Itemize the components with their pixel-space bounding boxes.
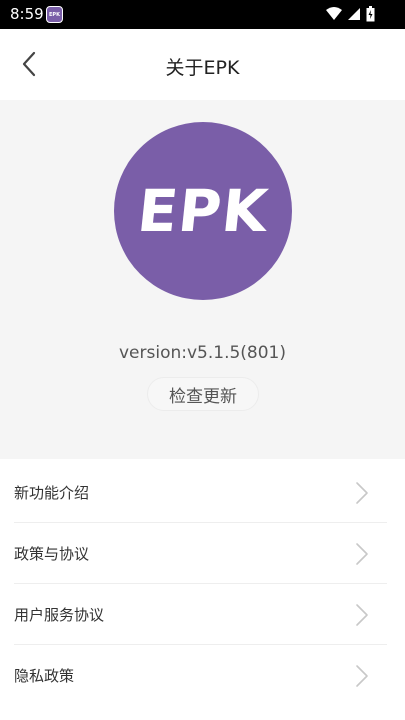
signal-icon (348, 8, 360, 20)
menu-item-privacy-policy[interactable]: 隐私政策 (0, 645, 405, 706)
status-time: 8:59 (10, 5, 44, 23)
battery-icon (366, 6, 375, 22)
wifi-icon (326, 7, 342, 20)
menu-list: 新功能介绍 政策与协议 用户服务协议 隐私政策 (0, 462, 405, 706)
app-logo: EPK (114, 122, 292, 300)
status-icons (326, 6, 375, 22)
chevron-right-icon (356, 543, 368, 565)
menu-item-label: 政策与协议 (14, 545, 90, 563)
check-update-button[interactable]: 检查更新 (147, 377, 259, 411)
menu-item-label: 用户服务协议 (14, 606, 105, 624)
about-header: EPK version:v5.1.5(801) 检查更新 (0, 100, 405, 459)
app-notification-icon: EPK (46, 6, 63, 23)
chevron-right-icon (356, 665, 368, 687)
page-title: 关于EPK (165, 57, 240, 79)
version-text: version:v5.1.5(801) (118, 343, 287, 363)
nav-bar: 关于EPK (0, 29, 405, 100)
chevron-right-icon (356, 604, 368, 626)
chevron-right-icon (356, 482, 368, 504)
menu-item-new-features[interactable]: 新功能介绍 (0, 462, 405, 523)
status-bar: 8:59 EPK (0, 0, 405, 29)
app-notification-icon-text: EPK (49, 11, 60, 18)
menu-item-label: 新功能介绍 (14, 484, 90, 502)
menu-item-label: 隐私政策 (14, 667, 75, 685)
app-logo-text: EPK (134, 177, 272, 245)
menu-item-user-agreement[interactable]: 用户服务协议 (0, 584, 405, 645)
menu-item-policies[interactable]: 政策与协议 (0, 523, 405, 584)
